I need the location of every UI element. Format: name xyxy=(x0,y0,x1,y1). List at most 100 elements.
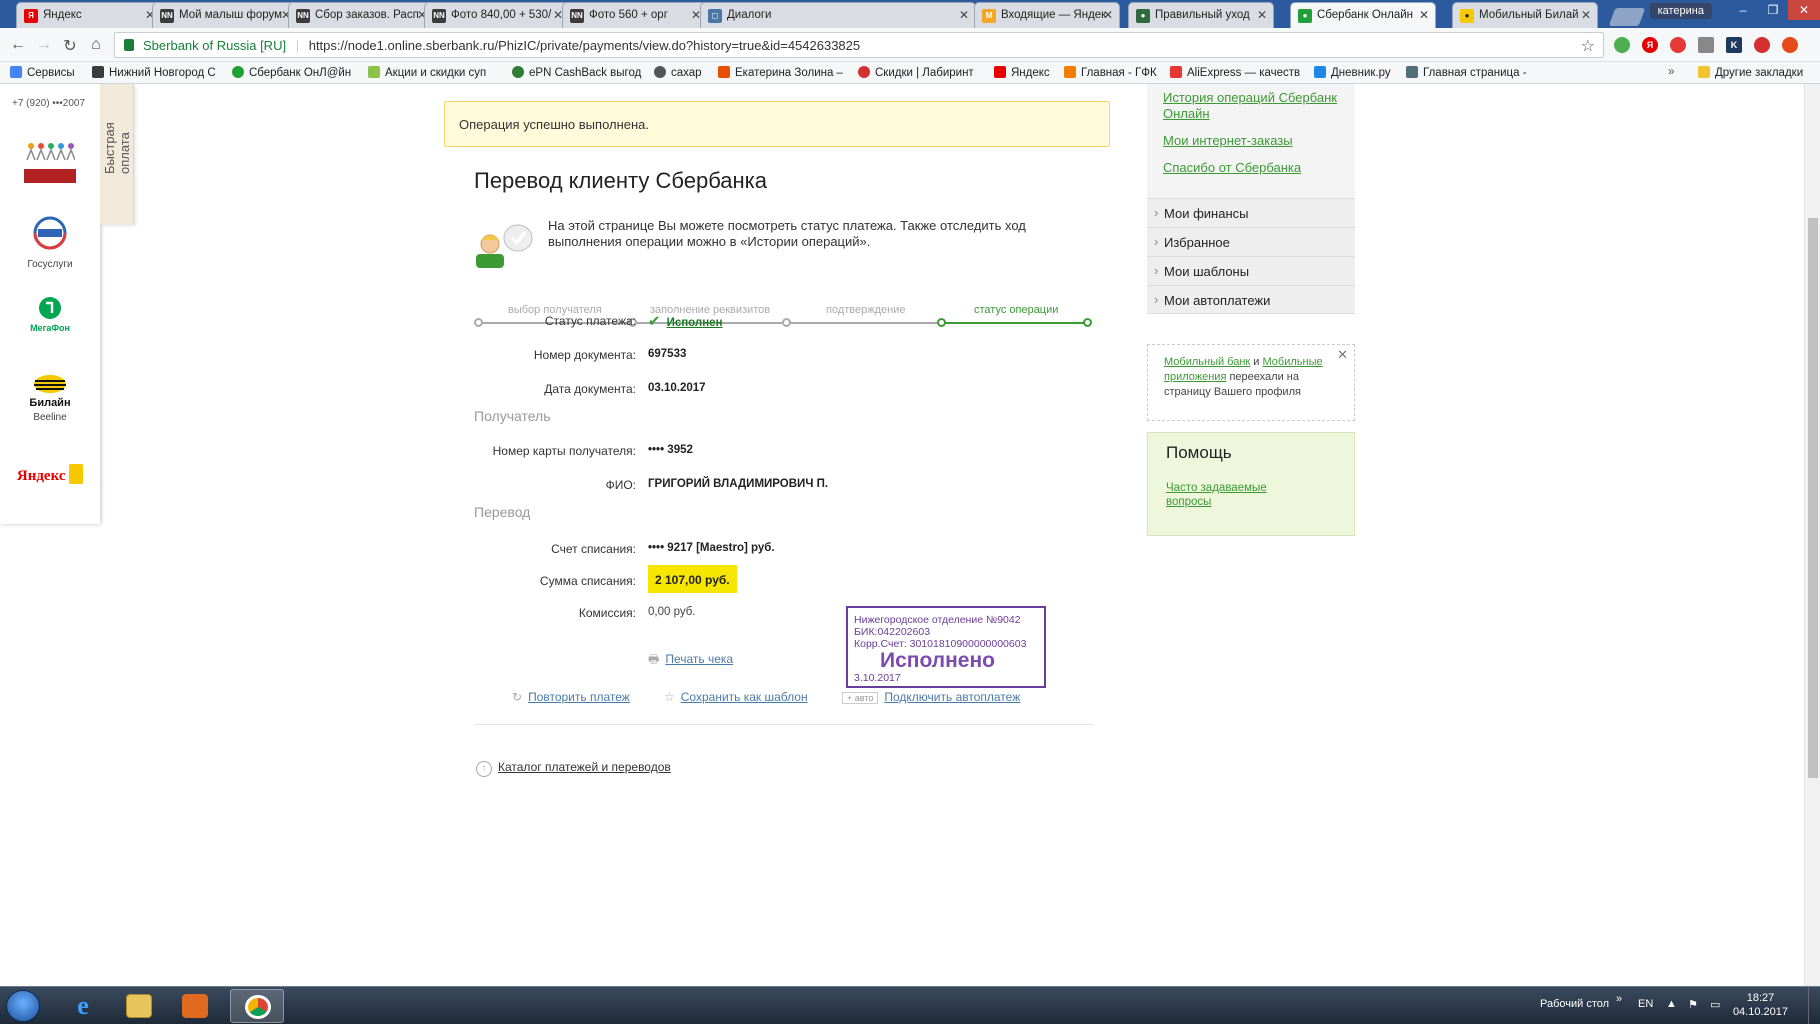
catalog-link[interactable]: ↑ Каталог платежей и переводов xyxy=(476,760,671,777)
back-arrow-icon[interactable]: ← xyxy=(8,36,28,54)
save-template-link[interactable]: ☆ Сохранить как шаблон xyxy=(664,690,808,704)
grid-extension-icon[interactable] xyxy=(1698,37,1714,53)
close-tab-icon[interactable]: ✕ xyxy=(1581,8,1591,22)
internet-orders-link[interactable]: Мои интернет-заказы xyxy=(1163,133,1339,149)
partner-gosuslugi[interactable]: Госуслуги xyxy=(0,216,100,270)
close-tab-icon[interactable]: ✕ xyxy=(1257,8,1267,22)
scrollbar-thumb[interactable] xyxy=(1808,218,1818,778)
other-bookmarks[interactable]: Другие закладки xyxy=(1698,66,1803,79)
step-confirm: подтверждение xyxy=(826,304,906,316)
sidebar-item-finances[interactable]: Мои финансы xyxy=(1147,198,1355,227)
bookmark-item[interactable]: Сбербанк ОнЛ@йн xyxy=(232,66,351,79)
partner-beeline[interactable]: Билайн Beeline xyxy=(0,374,100,423)
operations-history-link[interactable]: История операций Сбербанк Онлайн xyxy=(1163,90,1339,122)
bookmarks-bar: Сервисы Нижний Новгород С Сбербанк ОнЛ@й… xyxy=(0,62,1820,84)
spasibo-link[interactable]: Спасибо от Сбербанка xyxy=(1163,160,1339,176)
flag-icon[interactable]: ⚑ xyxy=(1688,998,1698,1011)
bookmark-item[interactable]: Сервисы xyxy=(10,66,75,79)
mobile-bank-link[interactable]: Мобильный банк xyxy=(1164,356,1250,368)
k-extension-icon[interactable]: K xyxy=(1726,37,1742,53)
show-desktop-button[interactable] xyxy=(1808,987,1820,1024)
close-tab-icon[interactable]: ✕ xyxy=(1103,8,1113,22)
profile-user-badge[interactable]: катерина xyxy=(1649,3,1712,19)
tab-title: Яндекс xyxy=(43,9,82,21)
tab-photo-560[interactable]: NN Фото 560 + орг ✕ xyxy=(562,2,708,28)
tab-yandex[interactable]: Я Яндекс ✕ xyxy=(16,2,162,28)
status-link[interactable]: Исполнен xyxy=(667,317,723,329)
aliexpress-icon xyxy=(1170,66,1182,78)
new-tab-button[interactable] xyxy=(1608,8,1646,26)
language-indicator[interactable]: EN xyxy=(1638,998,1653,1010)
tab-forum[interactable]: NN Мой малыш форум ✕ xyxy=(152,2,298,28)
arrow-up-circle-icon: ↑ xyxy=(476,761,492,777)
yandex-extension-icon[interactable]: Я xyxy=(1642,37,1658,53)
more-bookmarks-chevron-icon[interactable]: » xyxy=(1668,66,1674,78)
tab-care[interactable]: ● Правильный уход ✕ xyxy=(1128,2,1274,28)
bookmark-item[interactable]: ePN CashBack выгод xyxy=(512,66,641,79)
faq-link[interactable]: Часто задаваемые вопросы xyxy=(1166,481,1276,509)
maximize-icon[interactable]: ❐ xyxy=(1758,0,1788,20)
bookmark-item[interactable]: Дневник.ру xyxy=(1314,66,1391,79)
bookmark-item[interactable]: AliExpress — качеств xyxy=(1170,66,1300,79)
close-tab-icon[interactable]: ✕ xyxy=(959,8,969,22)
vertical-scrollbar[interactable] xyxy=(1804,84,1820,986)
bookmark-item[interactable]: Екатерина Золина – xyxy=(718,66,843,79)
tab-orders[interactable]: NN Сбор заказов. Расп ✕ xyxy=(288,2,434,28)
repeat-payment-link[interactable]: ↻ Повторить платеж xyxy=(512,690,630,704)
tab-sberbank[interactable]: ● Сбербанк Онлайн ✕ xyxy=(1290,2,1436,28)
taskbar-chrome[interactable] xyxy=(230,989,284,1023)
tab-photo-840[interactable]: NN Фото 840,00 + 530/ ✕ xyxy=(424,2,570,28)
taskbar-explorer[interactable] xyxy=(112,989,166,1023)
bookmark-label: Сервисы xyxy=(27,67,75,79)
transfer-section-title: Перевод xyxy=(474,504,531,520)
close-window-icon[interactable]: ✕ xyxy=(1788,0,1820,20)
network-icon[interactable]: ▭ xyxy=(1710,998,1720,1011)
tab-dialogs[interactable]: ◻ Диалоги ✕ xyxy=(700,2,976,28)
close-icon[interactable]: ✕ xyxy=(1337,347,1348,362)
taskbar-ie[interactable]: e xyxy=(56,989,110,1023)
bookmark-item[interactable]: Яндекс xyxy=(994,66,1050,79)
bookmark-item[interactable]: Нижний Новгород С xyxy=(92,66,216,79)
taskbar-media-player[interactable] xyxy=(168,989,222,1023)
reload-icon[interactable]: ↻ xyxy=(60,36,80,56)
autopay-link[interactable]: + авто Подключить автоплатеж xyxy=(842,690,1020,704)
sidebar-item-autopayments[interactable]: Мои автоплатежи xyxy=(1147,285,1355,314)
sidebar-item-favorites[interactable]: Избранное xyxy=(1147,227,1355,256)
tab-title: Правильный уход xyxy=(1155,9,1250,21)
quick-pay-tab[interactable]: Быстрая оплата xyxy=(100,84,134,224)
bookmark-item[interactable]: Скидки | Лабиринт xyxy=(858,66,974,79)
bookmark-label: Главная страница - xyxy=(1423,67,1527,79)
print-receipt-link[interactable]: 🖶 Печать чека xyxy=(648,650,733,671)
partner-yandex[interactable]: Яндекс xyxy=(0,464,100,485)
bookmark-item[interactable]: Главная - ГФК xyxy=(1064,66,1157,79)
partner-kids-fund[interactable] xyxy=(0,142,100,183)
bookmark-item[interactable]: сахар xyxy=(654,66,702,79)
toolbar-chevron-icon[interactable]: » xyxy=(1616,993,1622,1005)
tray-arrow-icon[interactable]: ▲ xyxy=(1666,998,1677,1010)
bookmark-item[interactable]: Главная страница - xyxy=(1406,66,1527,79)
start-button[interactable] xyxy=(6,990,40,1022)
partner-megafon[interactable]: МегаФон xyxy=(0,296,100,333)
page-title: Перевод клиенту Сбербанка xyxy=(474,168,768,193)
forward-arrow-icon[interactable]: → xyxy=(34,36,54,54)
home-icon[interactable]: ⌂ xyxy=(86,36,106,54)
bookmark-label: Скидки | Лабиринт xyxy=(875,67,974,79)
tab-mail[interactable]: M Входящие — Яндек ✕ xyxy=(974,2,1120,28)
minimize-icon[interactable]: – xyxy=(1728,0,1758,20)
system-clock[interactable]: 18:27 04.10.2017 xyxy=(1733,991,1788,1019)
bookmark-item[interactable]: Акции и скидки суп xyxy=(368,66,486,79)
desktop-toolbar[interactable]: Рабочий стол xyxy=(1540,998,1609,1010)
extension-icon[interactable] xyxy=(1614,37,1630,53)
chrome-icon xyxy=(245,995,271,1019)
bookmark-star-icon[interactable]: ☆ xyxy=(1581,36,1595,56)
tab-beeline[interactable]: ● Мобильный Билай ✕ xyxy=(1452,2,1598,28)
extension-icon[interactable] xyxy=(1754,37,1770,53)
address-bar[interactable]: Sberbank of Russia [RU] | https://node1.… xyxy=(114,32,1604,58)
sidebar-item-templates[interactable]: Мои шаблоны xyxy=(1147,256,1355,285)
labirint-icon xyxy=(858,66,870,78)
card-value: •••• 3952 xyxy=(648,444,693,456)
close-tab-icon[interactable]: ✕ xyxy=(1419,8,1429,22)
extension-icon[interactable] xyxy=(1670,37,1686,53)
extension-icon[interactable] xyxy=(1782,37,1798,53)
fio-label: ФИО: xyxy=(605,478,636,492)
